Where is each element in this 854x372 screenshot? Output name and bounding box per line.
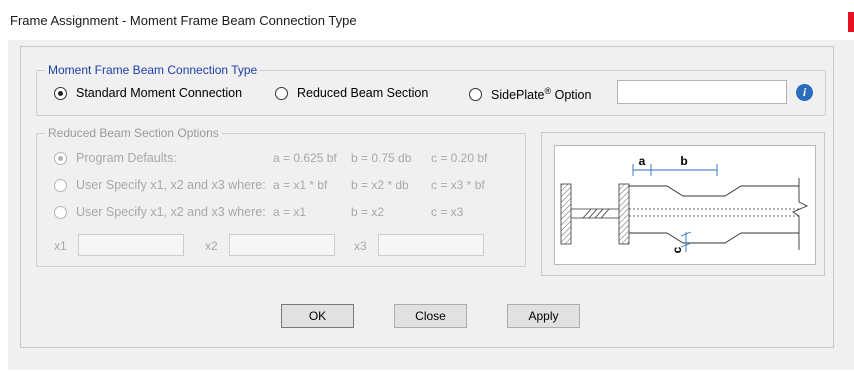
radio-reduced-beam-section[interactable]: Reduced Beam Section: [275, 86, 428, 100]
radio-user-specify-relative[interactable]: User Specify x1, x2 and x3 where:: [54, 178, 266, 192]
radio-label: User Specify x1, x2 and x3 where:: [76, 205, 266, 219]
x3-label: x3: [354, 239, 367, 253]
dim-b-label: b: [680, 154, 687, 168]
formula-a: a = x1 * bf: [273, 178, 328, 192]
radio-standard-moment[interactable]: Standard Moment Connection: [54, 86, 242, 100]
radio-label: Standard Moment Connection: [76, 86, 243, 100]
beam-top-flange: [629, 185, 799, 197]
formula-c: c = x3: [431, 205, 464, 219]
beam-bottom-flange: [629, 232, 799, 244]
formula-a: a = 0.625 bf: [273, 151, 337, 165]
ok-button[interactable]: OK: [281, 304, 354, 328]
dim-c-label: c: [670, 246, 684, 253]
radio-sideplate-option[interactable]: SidePlate® Option: [469, 86, 591, 102]
radio-label: Reduced Beam Section: [297, 86, 429, 100]
apply-button[interactable]: Apply: [507, 304, 580, 328]
radio-indicator[interactable]: [469, 87, 482, 101]
radio-indicator[interactable]: [275, 86, 288, 100]
window-title: Frame Assignment - Moment Frame Beam Con…: [10, 13, 357, 28]
connection-type-legend: Moment Frame Beam Connection Type: [45, 63, 261, 77]
formula-b: b = x2: [351, 205, 385, 219]
title-bar: Frame Assignment - Moment Frame Beam Con…: [0, 0, 854, 40]
formula-b: b = 0.75 db: [351, 151, 412, 165]
x3-field[interactable]: [378, 234, 484, 256]
column-flange-left: [560, 183, 572, 245]
dim-a-label: a: [639, 154, 646, 168]
x1-field[interactable]: [78, 234, 184, 256]
rbs-diagram: a b c: [554, 145, 816, 265]
formula-b: b = x2 * db: [351, 178, 409, 192]
close-button[interactable]: Close: [394, 304, 467, 328]
rbs-options-legend: Reduced Beam Section Options: [45, 126, 222, 140]
radio-indicator[interactable]: [54, 151, 67, 165]
column-flange-right: [618, 183, 630, 245]
break-line: [792, 178, 809, 250]
radio-label: User Specify x1, x2 and x3 where:: [76, 178, 266, 192]
window-edge: [0, 40, 8, 372]
formula-c: c = x3 * bf: [431, 178, 485, 192]
radio-indicator[interactable]: [54, 178, 67, 192]
rbs-diagram-drawing: a b c: [560, 154, 809, 253]
close-window-icon[interactable]: [848, 12, 854, 32]
radio-program-defaults[interactable]: Program Defaults:: [54, 151, 177, 165]
radio-label: Program Defaults:: [76, 151, 177, 165]
radio-indicator[interactable]: [54, 86, 67, 100]
radio-user-specify-absolute[interactable]: User Specify x1, x2 and x3 where:: [54, 205, 266, 219]
x2-field[interactable]: [229, 234, 335, 256]
sideplate-field[interactable]: [617, 80, 787, 104]
x1-label: x1: [54, 239, 67, 253]
info-icon[interactable]: i: [796, 84, 813, 101]
formula-c: c = 0.20 bf: [431, 151, 488, 165]
web-hatch: [582, 208, 610, 219]
formula-a: a = x1: [273, 205, 307, 219]
radio-label: SidePlate® Option: [491, 86, 592, 103]
x2-label: x2: [205, 239, 218, 253]
radio-indicator[interactable]: [54, 205, 67, 219]
